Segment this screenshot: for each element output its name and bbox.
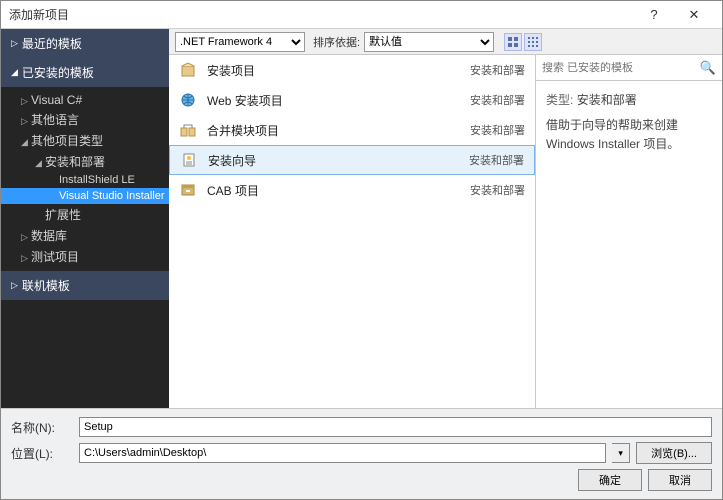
search-input[interactable]	[542, 62, 700, 74]
location-input[interactable]	[79, 443, 606, 463]
cancel-button[interactable]: 取消	[648, 469, 712, 491]
tree-node[interactable]: Visual Studio Installer	[1, 188, 169, 204]
sidebar-installed-header[interactable]: ◢已安装的模板	[1, 58, 169, 87]
location-label: 位置(L):	[11, 445, 73, 462]
box-icon	[179, 61, 197, 79]
description-text: 借助于向导的帮助来创建 Windows Installer 项目。	[546, 116, 712, 154]
tree-node[interactable]: InstallShield LE	[1, 172, 169, 188]
tree-node[interactable]: ▷其他语言	[1, 109, 169, 130]
framework-select[interactable]: .NET Framework 4	[175, 32, 305, 52]
template-category: 安装和部署	[470, 122, 525, 138]
tree-node[interactable]: ◢安装和部署	[1, 151, 169, 172]
template-name: 安装项目	[207, 62, 470, 79]
tree-node[interactable]: ▷测试项目	[1, 246, 169, 267]
main-area: ▷最近的模板 ◢已安装的模板 ▷Visual C#▷其他语言◢其他项目类型◢安装…	[1, 29, 722, 408]
cab-icon	[179, 181, 197, 199]
template-row[interactable]: 安装项目安装和部署	[169, 55, 535, 85]
template-row[interactable]: CAB 项目安装和部署	[169, 175, 535, 205]
tree-node[interactable]: ◢其他项目类型	[1, 130, 169, 151]
location-dropdown[interactable]: ▾	[612, 443, 630, 463]
split-pane: 安装项目安装和部署Web 安装项目安装和部署合并模块项目安装和部署安装向导安装和…	[169, 55, 722, 408]
browse-button[interactable]: 浏览(B)...	[636, 442, 712, 464]
template-tree: ▷Visual C#▷其他语言◢其他项目类型◢安装和部署InstallShiel…	[1, 87, 169, 271]
template-category: 安装和部署	[469, 152, 524, 168]
web-icon	[179, 91, 197, 109]
view-small-icons[interactable]	[524, 33, 542, 51]
sidebar-recent-header[interactable]: ▷最近的模板	[1, 29, 169, 58]
view-medium-icons[interactable]	[504, 33, 522, 51]
merge-icon	[179, 121, 197, 139]
details-pane: 🔍 类型: 安装和部署 借助于向导的帮助来创建 Windows Installe…	[536, 55, 722, 408]
toolbar: .NET Framework 4 排序依据: 默认值	[169, 29, 722, 55]
bottom-panel: 名称(N): 位置(L): ▾ 浏览(B)... 确定 取消	[1, 408, 722, 499]
window-title: 添加新项目	[9, 6, 634, 23]
template-name: CAB 项目	[207, 182, 470, 199]
name-label: 名称(N):	[11, 419, 73, 436]
template-category: 安装和部署	[470, 92, 525, 108]
type-label: 类型:	[546, 93, 573, 107]
template-category: 安装和部署	[470, 182, 525, 198]
type-value: 安装和部署	[577, 93, 637, 107]
template-row[interactable]: 安装向导安装和部署	[169, 145, 535, 175]
template-row[interactable]: Web 安装项目安装和部署	[169, 85, 535, 115]
template-category: 安装和部署	[470, 62, 525, 78]
ok-button[interactable]: 确定	[578, 469, 642, 491]
help-button[interactable]: ?	[634, 7, 674, 22]
tree-node[interactable]: ▷Visual C#	[1, 91, 169, 109]
template-row[interactable]: 合并模块项目安装和部署	[169, 115, 535, 145]
search-box[interactable]: 🔍	[536, 55, 722, 81]
sort-label: 排序依据:	[313, 34, 360, 50]
view-buttons	[504, 33, 542, 51]
template-name: Web 安装项目	[207, 92, 470, 109]
search-icon[interactable]: 🔍	[700, 60, 716, 76]
template-name: 安装向导	[208, 152, 469, 169]
name-input[interactable]	[79, 417, 712, 437]
sidebar-online-header[interactable]: ▷联机模板	[1, 271, 169, 300]
tree-node[interactable]: ▷数据库	[1, 225, 169, 246]
template-list: 安装项目安装和部署Web 安装项目安装和部署合并模块项目安装和部署安装向导安装和…	[169, 55, 536, 408]
close-button[interactable]: ✕	[674, 7, 714, 23]
sort-select[interactable]: 默认值	[364, 32, 494, 52]
sidebar: ▷最近的模板 ◢已安装的模板 ▷Visual C#▷其他语言◢其他项目类型◢安装…	[1, 29, 169, 408]
wizard-icon	[180, 151, 198, 169]
template-name: 合并模块项目	[207, 122, 470, 139]
tree-node[interactable]: 扩展性	[1, 204, 169, 225]
titlebar: 添加新项目 ? ✕	[1, 1, 722, 29]
details-body: 类型: 安装和部署 借助于向导的帮助来创建 Windows Installer …	[536, 81, 722, 165]
content-area: .NET Framework 4 排序依据: 默认值 安装项目安装和部署Web …	[169, 29, 722, 408]
